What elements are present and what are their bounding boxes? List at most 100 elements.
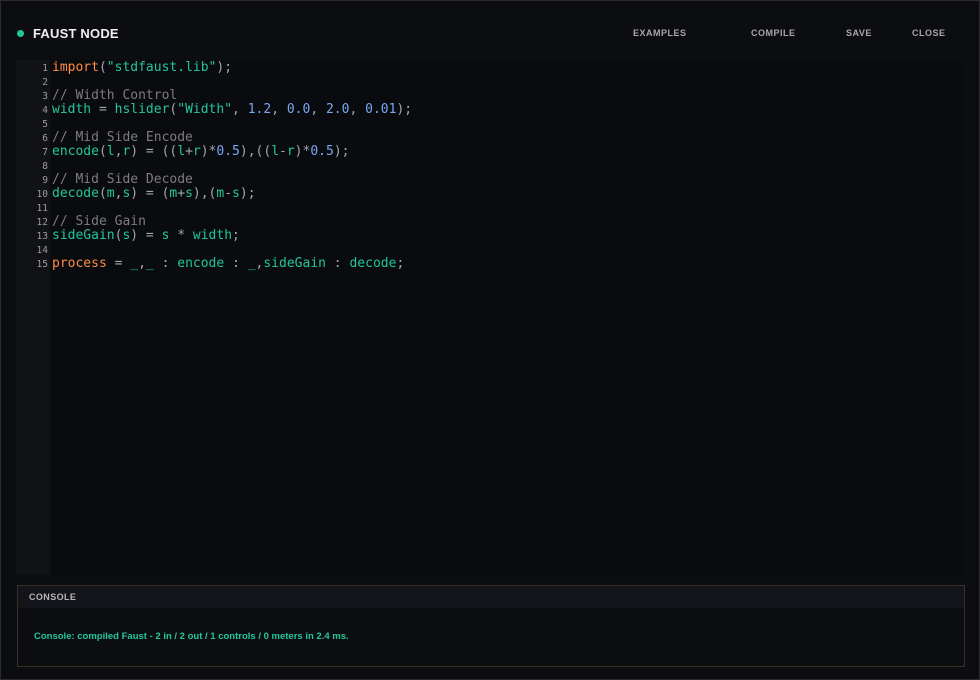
- code-token-punctuation: :: [153, 256, 178, 271]
- code-token-punctuation: ,: [310, 102, 326, 117]
- code-token-punctuation: );: [333, 144, 350, 159]
- code-token-punctuation: )*: [294, 144, 311, 159]
- console-title: CONSOLE: [29, 592, 77, 602]
- close-button[interactable]: CLOSE: [912, 28, 946, 38]
- line-number: 5: [42, 119, 48, 130]
- line-number: 13: [36, 231, 48, 242]
- code-token-identifier: s: [232, 186, 240, 201]
- code-token-identifier: l: [106, 144, 115, 159]
- code-token-punctuation: ),(: [192, 186, 217, 201]
- code-token-punctuation: ) =: [130, 228, 162, 243]
- code-token-identifier: r: [192, 144, 201, 159]
- code-token-comment: // Width Control: [52, 88, 178, 103]
- line-number: 4: [42, 105, 48, 116]
- code-token-punctuation: ,: [349, 102, 366, 117]
- code-token-identifier: _: [145, 256, 154, 271]
- code-line[interactable]: sideGain(s) = s * width;: [52, 229, 240, 243]
- code-token-punctuation: (: [98, 186, 107, 201]
- code-token-punctuation: ) = ((: [130, 144, 178, 159]
- line-number: 9: [42, 175, 48, 186]
- code-token-identifier: _: [247, 256, 256, 271]
- code-line[interactable]: // Mid Side Encode: [52, 131, 193, 145]
- code-line[interactable]: // Side Gain: [52, 215, 146, 229]
- save-button[interactable]: SAVE: [846, 28, 872, 38]
- code-token-punctuation: -: [279, 144, 287, 159]
- line-number: 15: [36, 259, 48, 270]
- code-line[interactable]: process = _,_ : encode : _,sideGain : de…: [52, 257, 404, 271]
- code-token-punctuation: *: [169, 228, 193, 243]
- code-token-punctuation: ,: [138, 256, 146, 271]
- code-token-identifier: hslider: [114, 102, 170, 117]
- code-token-identifier: decode: [52, 186, 99, 201]
- code-token-punctuation: ,: [271, 102, 287, 117]
- code-token-punctuation: );: [239, 186, 256, 201]
- window-title: FAUST NODE: [33, 26, 119, 41]
- code-token-punctuation: +: [185, 144, 193, 159]
- console-panel: CONSOLE Console: compiled Faust - 2 in /…: [17, 585, 965, 667]
- code-token-identifier: encode: [52, 144, 99, 159]
- code-line[interactable]: decode(m,s) = (m+s),(m-s);: [52, 187, 256, 201]
- faust-node-window: FAUST NODE EXAMPLES COMPILE SAVE CLOSE 1…: [0, 0, 980, 680]
- code-line[interactable]: // Mid Side Decode: [52, 173, 193, 187]
- code-token-identifier: l: [271, 144, 280, 159]
- line-number: 7: [42, 147, 48, 158]
- code-token-identifier: encode: [177, 256, 225, 271]
- code-token-comment: // Mid Side Encode: [52, 130, 193, 145]
- code-token-number: 1.2: [247, 102, 272, 117]
- code-token-string: "Width": [177, 102, 233, 117]
- code-token-number: 0.5: [310, 144, 334, 159]
- code-token-punctuation: )*: [200, 144, 217, 159]
- code-line[interactable]: width = hslider("Width", 1.2, 0.0, 2.0, …: [52, 103, 412, 117]
- code-token-comment: // Side Gain: [52, 214, 146, 229]
- code-token-identifier: l: [177, 144, 186, 159]
- compile-button[interactable]: COMPILE: [751, 28, 796, 38]
- code-token-punctuation: +: [177, 186, 186, 201]
- code-token-punctuation: );: [396, 102, 413, 117]
- code-token-identifier: decode: [349, 256, 397, 271]
- code-line[interactable]: // Width Control: [52, 89, 177, 103]
- code-token-identifier: m: [106, 186, 115, 201]
- code-token-punctuation: ) = (: [130, 186, 170, 201]
- code-token-keyword: process: [52, 256, 107, 271]
- code-token-punctuation: ;: [396, 256, 405, 271]
- code-token-identifier: s: [185, 186, 193, 201]
- code-token-punctuation: =: [91, 102, 115, 117]
- line-number-gutter: 1 2 3 4 5 6 7 8 9 10 11 12 13 14 15: [16, 60, 50, 575]
- code-token-punctuation: =: [106, 256, 131, 271]
- line-number: 14: [36, 245, 48, 256]
- code-token-punctuation: -: [224, 186, 233, 201]
- code-token-keyword: import: [52, 60, 99, 75]
- examples-button[interactable]: EXAMPLES: [633, 28, 687, 38]
- code-token-identifier: sideGain: [263, 256, 326, 271]
- code-token-punctuation: ,: [232, 102, 248, 117]
- code-line[interactable]: import("stdfaust.lib");: [52, 61, 232, 75]
- code-token-number: 0.0: [286, 102, 311, 117]
- line-number: 1: [42, 63, 48, 74]
- line-number: 6: [42, 133, 48, 144]
- code-token-punctuation: :: [325, 256, 350, 271]
- code-token-identifier: _: [130, 256, 139, 271]
- code-token-punctuation: ;: [232, 228, 240, 243]
- line-number: 10: [36, 189, 48, 200]
- header-bar: FAUST NODE EXAMPLES COMPILE SAVE CLOSE: [1, 1, 979, 61]
- line-number: 8: [42, 161, 48, 172]
- console-message: Console: compiled Faust - 2 in / 2 out /…: [34, 631, 349, 642]
- code-token-number: 2.0: [325, 102, 350, 117]
- code-token-identifier: r: [286, 144, 295, 159]
- code-token-punctuation: :: [224, 256, 248, 271]
- console-header: CONSOLE: [18, 586, 964, 608]
- code-token-identifier: sideGain: [52, 228, 115, 243]
- code-token-comment: // Mid Side Decode: [52, 172, 193, 187]
- code-line[interactable]: encode(l,r) = ((l+r)*0.5),((l-r)*0.5);: [52, 145, 349, 159]
- code-editor[interactable]: 1 2 3 4 5 6 7 8 9 10 11 12 13 14 15 import("stdfaust.l…: [16, 60, 964, 575]
- code-token-string: "stdfaust.lib": [106, 60, 217, 75]
- code-token-identifier: width: [192, 228, 233, 243]
- line-number: 11: [36, 203, 48, 214]
- code-token-punctuation: (: [98, 60, 107, 75]
- line-number: 2: [42, 77, 48, 88]
- code-token-number: 0.01: [365, 102, 397, 117]
- status-dot-icon: [17, 30, 24, 37]
- line-number: 12: [36, 217, 48, 228]
- code-token-punctuation: ),((: [239, 144, 272, 159]
- code-token-number: 0.5: [216, 144, 240, 159]
